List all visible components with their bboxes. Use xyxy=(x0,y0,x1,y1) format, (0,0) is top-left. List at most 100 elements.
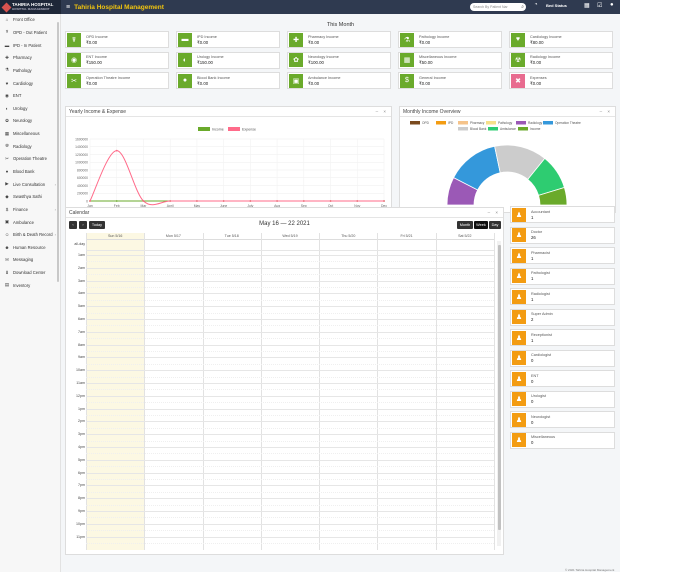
income-card[interactable]: ✚ Pharmacy Income ₹0.00 xyxy=(287,31,391,48)
income-card[interactable]: ✖ Expenses ₹0.00 xyxy=(509,72,613,89)
sidebar-item-radiology[interactable]: ☢ Radiology xyxy=(0,140,60,153)
search-placeholder: Search By Patient Nar xyxy=(473,5,508,9)
income-card[interactable]: ▦ Miscellaneous Income ₹50.00 xyxy=(398,51,502,69)
income-card[interactable]: ☤ OPD Income ₹0.00 xyxy=(65,31,169,48)
patient-search-input[interactable]: Search By Patient Nar ⌕ xyxy=(470,3,526,11)
sidebar-item-blood-bank[interactable]: ● Blood Bank xyxy=(0,166,60,179)
sidebar-item-ipd-in-patient[interactable]: ▬ IPD - In Patient xyxy=(0,39,60,52)
sidebar-item-human-resource[interactable]: ☻ Human Resource xyxy=(0,242,60,255)
sidebar-item-live-consultation[interactable]: ▶ Live Consultation › xyxy=(0,178,60,191)
sidebar-item-pharmacy[interactable]: ✚ Pharmacy xyxy=(0,52,60,65)
day-header[interactable]: Fri 5/21 xyxy=(377,233,436,240)
card-label: IPD Income xyxy=(197,34,217,39)
sidebar-item-opd-out-patient[interactable]: ☤ OPD - Out Patient xyxy=(0,27,60,40)
staff-count-card[interactable]: ♟ Doctor 26 xyxy=(510,226,615,244)
staff-count-card[interactable]: ♟ Cardiologist 0 xyxy=(510,349,615,367)
user-icon: ♟ xyxy=(512,228,526,242)
sidebar-item-ambulance[interactable]: ▣ Ambulance xyxy=(0,216,60,229)
user-icon: ♟ xyxy=(512,289,526,304)
sidebar-item-birth-death-record[interactable]: ☺ Birth & Death Record › xyxy=(0,229,60,242)
legend-swatch xyxy=(486,121,496,125)
week-grid[interactable]: Sun 5/16 Mon 5/17 Tue 5/18 Wed 5/19 Thu 5/20… xyxy=(69,233,501,550)
sidebar-item-operation-theatre[interactable]: ✂ Operation Theatre xyxy=(0,153,60,166)
sidebar-item-cardiology[interactable]: ♥ Cardiology xyxy=(0,77,60,90)
sidebar-item-swasthya-sathi[interactable]: ◆ Swasthya Sathi xyxy=(0,191,60,204)
search-icon[interactable]: ⌕ xyxy=(521,3,524,11)
staff-count-card[interactable]: ♟ Urologist 0 xyxy=(510,390,615,408)
hour-label: 9pm xyxy=(78,509,85,513)
day-header[interactable]: Thu 5/20 xyxy=(319,233,378,240)
user-icon[interactable]: ● xyxy=(610,2,614,8)
sidebar-item-finance[interactable]: $ Finance › xyxy=(0,204,60,217)
day-header[interactable]: Mon 5/17 xyxy=(144,233,203,240)
staff-count-card[interactable]: ♟ Miscellaneous 0 xyxy=(510,431,615,449)
chevron-right-icon: › xyxy=(54,206,56,212)
half-hour-line xyxy=(86,402,494,404)
income-card[interactable]: ◉ ENT Income ₹150.00 xyxy=(65,51,169,69)
scrollbar-thumb[interactable] xyxy=(497,245,501,530)
week-view-button[interactable]: Week xyxy=(474,221,488,229)
income-card[interactable]: ▬ IPD Income ₹0.00 xyxy=(176,31,280,48)
sidebar-scrollbar[interactable] xyxy=(57,22,59,282)
hour-line xyxy=(86,255,494,256)
sidebar-item-download-center[interactable]: ⬇ Download Center xyxy=(0,267,60,280)
staff-count-card[interactable]: ♟ Accountant 1 xyxy=(510,206,615,223)
calendar-icon[interactable]: ▦ xyxy=(584,2,590,9)
day-header[interactable]: Sun 5/16 xyxy=(86,233,145,240)
hour-line xyxy=(86,357,494,359)
staff-count-card[interactable]: ♟ Super Admin 2 xyxy=(510,308,615,326)
hour-label: 7pm xyxy=(78,483,85,488)
sidebar-item-neurology[interactable]: ✿ Neurology xyxy=(0,115,60,128)
half-hour-line xyxy=(86,453,494,455)
hour-line xyxy=(86,383,494,384)
staff-count-card[interactable]: ♟ Pharmacist 1 xyxy=(510,247,615,264)
income-card[interactable]: ▣ Ambulance Income ₹0.00 xyxy=(287,72,391,89)
day-view-button[interactable]: Day xyxy=(489,221,501,229)
staff-count-card[interactable]: ♟ Pathologist 1 xyxy=(510,267,615,285)
staff-count: 1 xyxy=(531,276,534,281)
language-icon[interactable]: ◔ xyxy=(534,2,538,8)
bed-icon: ▬ xyxy=(4,42,10,48)
day-header[interactable]: Sat 5/22 xyxy=(435,233,494,240)
half-hour-line xyxy=(86,274,494,276)
income-card[interactable]: ◐ Urology Income ₹150.00 xyxy=(176,51,280,69)
card-value: ₹0.00 xyxy=(530,60,542,65)
sidebar-item-ent[interactable]: ◉ ENT xyxy=(0,90,60,103)
income-card[interactable]: ● Blood Bank Income ₹0.00 xyxy=(176,72,280,89)
sidebar-item-inventory[interactable]: ▤ Inventory xyxy=(0,279,60,292)
sidebar-item-label: Miscellaneous xyxy=(13,131,40,137)
day-header[interactable]: Tue 5/18 xyxy=(202,233,261,240)
y-tick-label: 1200000 xyxy=(75,153,88,157)
income-card[interactable]: ✂ Operation Theatre Income ₹0.00 xyxy=(65,72,169,89)
sidebar-item-urology[interactable]: ◐ Urology xyxy=(0,102,60,115)
staff-count: 1 xyxy=(531,214,534,220)
income-card[interactable]: ☢ Radiology Income ₹0.00 xyxy=(509,51,613,69)
panel-controls[interactable]: – × xyxy=(600,107,612,117)
month-view-button[interactable]: Month xyxy=(457,221,473,229)
ear-icon: ◉ xyxy=(5,92,9,98)
staff-count: 26 xyxy=(531,235,536,240)
staff-count-card[interactable]: ♟ Radiologist 1 xyxy=(510,288,615,305)
staff-count-card[interactable]: ♟ Neurologist 0 xyxy=(510,411,615,428)
income-card[interactable]: ✿ Neurology Income ₹100.00 xyxy=(287,51,391,69)
sidebar-item-messaging[interactable]: ✉ Messaging xyxy=(0,254,60,267)
data-point xyxy=(249,200,252,202)
panel-controls[interactable]: – × xyxy=(488,208,500,218)
staff-count: 2 xyxy=(531,317,534,322)
calendar-scrollbar[interactable] xyxy=(497,241,501,546)
staff-count-card[interactable]: ♟ ENT 0 xyxy=(510,370,615,387)
menu-toggle-icon[interactable]: ≡ xyxy=(66,4,70,11)
sidebar-item-miscellaneous[interactable]: ▦ Miscellaneous xyxy=(0,128,60,141)
hospital-logo[interactable]: TAHIRIA HOSPITAL HOSPITAL MANAGEMENT xyxy=(0,0,61,14)
bed-status-button[interactable]: Bed Status xyxy=(546,3,567,8)
card-value: ₹0.00 xyxy=(530,80,542,86)
staff-count-card[interactable]: ♟ Receptionist 1 xyxy=(510,329,615,346)
day-header[interactable]: Wed 5/19 xyxy=(260,233,320,240)
sidebar-item-pathology[interactable]: ⚗ Pathology xyxy=(0,65,60,78)
sidebar-item-front-office[interactable]: ⌂ Front Office xyxy=(0,14,60,27)
income-card[interactable]: ⚗ Pathology Income ₹0.00 xyxy=(398,31,502,48)
income-card[interactable]: ♥ Cardiology Income ₹80.00 xyxy=(509,31,613,48)
task-icon[interactable]: ☑ xyxy=(597,2,602,9)
income-card[interactable]: $ General Income ₹0.00 xyxy=(398,72,502,89)
panel-controls[interactable]: – × xyxy=(376,107,388,117)
